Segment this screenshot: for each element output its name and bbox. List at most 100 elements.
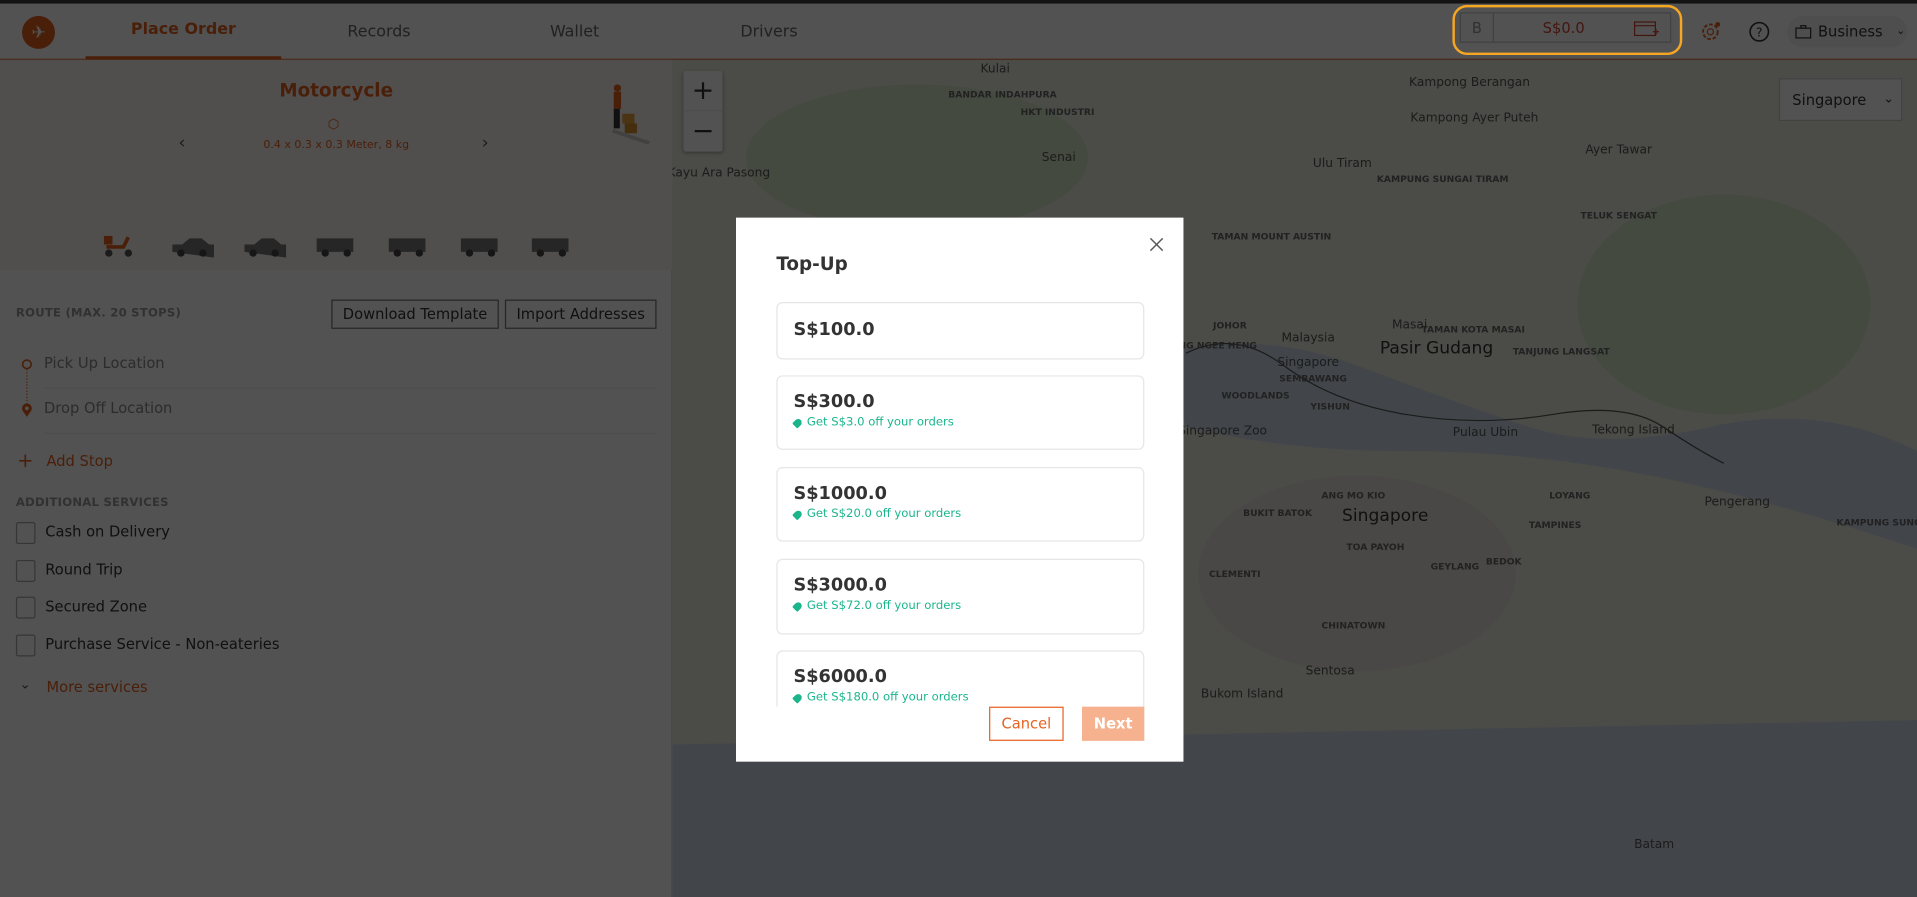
top-up-amount: S$100.0 [793, 320, 875, 340]
zoom-in-button[interactable]: + [683, 71, 723, 112]
service-checkbox[interactable] [15, 522, 36, 545]
help-icon[interactable]: ? [1748, 21, 1770, 43]
vehicle-truck-icon[interactable] [458, 232, 502, 264]
logo-icon[interactable]: ✈ [22, 15, 56, 49]
top-up-amount: S$300.0 [793, 392, 875, 413]
top-up-option[interactable]: S$300.0 Get S$3.0 off your orders [776, 375, 1145, 450]
divider [44, 387, 657, 389]
header: ✈ Place Order Records Wallet Drivers B S… [0, 3, 1917, 60]
divider [44, 432, 657, 435]
briefcase-icon [1795, 25, 1812, 39]
map-label: Bukom Island [1200, 687, 1284, 702]
cancel-button[interactable]: Cancel [989, 706, 1064, 741]
close-icon[interactable] [1149, 237, 1164, 252]
courier-illustration [611, 84, 650, 145]
pickup-location-input[interactable]: Pick Up Location [44, 355, 165, 372]
top-up-amount: S$6000.0 [793, 667, 887, 688]
tab-wallet[interactable]: Wallet [477, 4, 673, 60]
map-label: Pulau Ubin [1452, 426, 1519, 440]
map-label: JOHOR [1213, 320, 1247, 332]
top-up-options[interactable]: S$100.0 S$300.0 Get S$3.0 off your orders S… [736, 291, 1183, 707]
tag-icon [792, 600, 804, 612]
vehicle-name: Motorcycle [279, 79, 394, 102]
promo-label: Get S$72.0 off your orders [806, 599, 962, 613]
add-stop-button[interactable]: Add Stop [46, 452, 112, 469]
map-label: LOYANG [1549, 490, 1591, 502]
settings-icon[interactable] [1699, 21, 1721, 43]
wallet-add-icon[interactable] [1633, 18, 1660, 38]
account-label: Business [1817, 23, 1883, 41]
account-switcher[interactable]: Business ⌄ [1787, 15, 1908, 48]
vehicle-mpv-icon[interactable] [242, 232, 289, 264]
map-label: TAMPINES [1528, 519, 1582, 531]
country-select[interactable]: Singapore ⌄ [1778, 78, 1903, 122]
more-services-button[interactable]: More services [46, 679, 147, 696]
vehicle-selector: Motorcycle ⬡ 0.4 x 0.3 x 0.3 Meter, 8 kg… [0, 59, 673, 271]
tab-place-order[interactable]: Place Order [85, 4, 282, 60]
zoom-out-button[interactable]: − [683, 111, 722, 151]
promo-label: Get S$3.0 off your orders [806, 415, 954, 430]
balance-amount: S$0.0 [1542, 18, 1585, 37]
svg-text:?: ? [1756, 26, 1763, 40]
vehicle-car-icon[interactable] [170, 232, 217, 264]
map-label: Singapore [1342, 506, 1429, 527]
top-up-option[interactable]: S$3000.0 Get S$72.0 off your orders [776, 558, 1145, 635]
map-label: TAMAN MOUNT AUSTIN [1211, 230, 1332, 242]
map-label: Pasir Gudang [1379, 339, 1494, 359]
map-label: Malaysia [1281, 331, 1335, 346]
chevron-right-icon[interactable]: › [482, 133, 489, 153]
promo-label: Get S$20.0 off your orders [806, 507, 962, 521]
top-up-option[interactable]: S$100.0 [776, 301, 1145, 360]
service-label: Round Trip [45, 560, 123, 578]
service-label: Secured Zone [45, 597, 148, 615]
chevron-down-icon: ⌄ [1883, 92, 1894, 107]
vehicle-van-large-icon[interactable] [386, 232, 430, 264]
top-up-modal: Top-Up S$100.0 S$300.0 Get S$3.0 off your … [735, 217, 1184, 762]
import-addresses-button[interactable]: Import Addresses [504, 299, 657, 329]
chevron-down-icon: ⌄ [19, 676, 31, 692]
tab-records[interactable]: Records [281, 4, 477, 60]
balance-badge: B [1461, 13, 1494, 42]
map-label: Ulu Tiram [1312, 157, 1372, 171]
download-template-button[interactable]: Download Template [331, 299, 499, 329]
map-label: GEYLANG [1430, 561, 1480, 573]
box-icon: ⬡ [327, 116, 340, 133]
tab-drivers[interactable]: Drivers [671, 4, 867, 60]
map-label: HKT INDUSTRI [1020, 106, 1095, 118]
promo-text: Get S$180.0 off your orders [792, 690, 1143, 705]
service-checkbox[interactable] [15, 633, 36, 656]
map-label: NG NGEE HENG [1178, 339, 1257, 351]
route-heading: ROUTE (MAX. 20 STOPS) [15, 306, 181, 321]
map-label: Kulai [980, 62, 1010, 77]
vehicle-truck-large-icon[interactable] [529, 232, 573, 264]
map-label: Singapore Zoo [1178, 424, 1268, 439]
top-up-amount: S$3000.0 [793, 575, 887, 596]
map-label: CLEMENTI [1209, 568, 1261, 580]
map-label: BANDAR INDAHPURA [948, 89, 1057, 101]
map-label: TANJUNG LANGSAT [1512, 345, 1610, 357]
map-label: Kampong Ayer Puteh [1410, 111, 1539, 126]
next-button[interactable]: Next [1081, 706, 1145, 741]
top-up-option[interactable]: S$6000.0 Get S$180.0 off your orders [776, 650, 1145, 707]
map-label: ANG MO KIO [1321, 490, 1386, 502]
chevron-left-icon[interactable]: ‹ [178, 133, 185, 153]
vehicle-motorcycle-icon[interactable] [97, 232, 141, 264]
map-label: Pengerang [1704, 495, 1771, 510]
map-label: TOA PAYOH [1346, 541, 1405, 553]
wallet-balance[interactable]: B S$0.0 [1459, 12, 1672, 43]
top-up-option[interactable]: S$1000.0 Get S$20.0 off your orders [776, 467, 1145, 542]
tag-icon [792, 508, 804, 520]
service-checkbox[interactable] [15, 596, 36, 619]
promo-label: Get S$180.0 off your orders [806, 690, 969, 705]
map-label: TELUK SENGAT [1580, 210, 1657, 222]
country-value: Singapore [1792, 91, 1867, 109]
service-label: Cash on Delivery [45, 523, 170, 541]
service-label: Purchase Service - Non-eateries [45, 635, 280, 653]
service-checkbox[interactable] [15, 559, 36, 582]
map-label: WOODLANDS [1221, 389, 1290, 401]
vehicle-dimensions: 0.4 x 0.3 x 0.3 Meter, 8 kg [263, 139, 410, 152]
map-label: Kayu Ara Pasong [672, 166, 771, 181]
dropoff-location-input[interactable]: Drop Off Location [44, 400, 172, 417]
vehicle-van-icon[interactable] [314, 232, 358, 264]
map-label: Ayer Tawar [1585, 143, 1653, 158]
